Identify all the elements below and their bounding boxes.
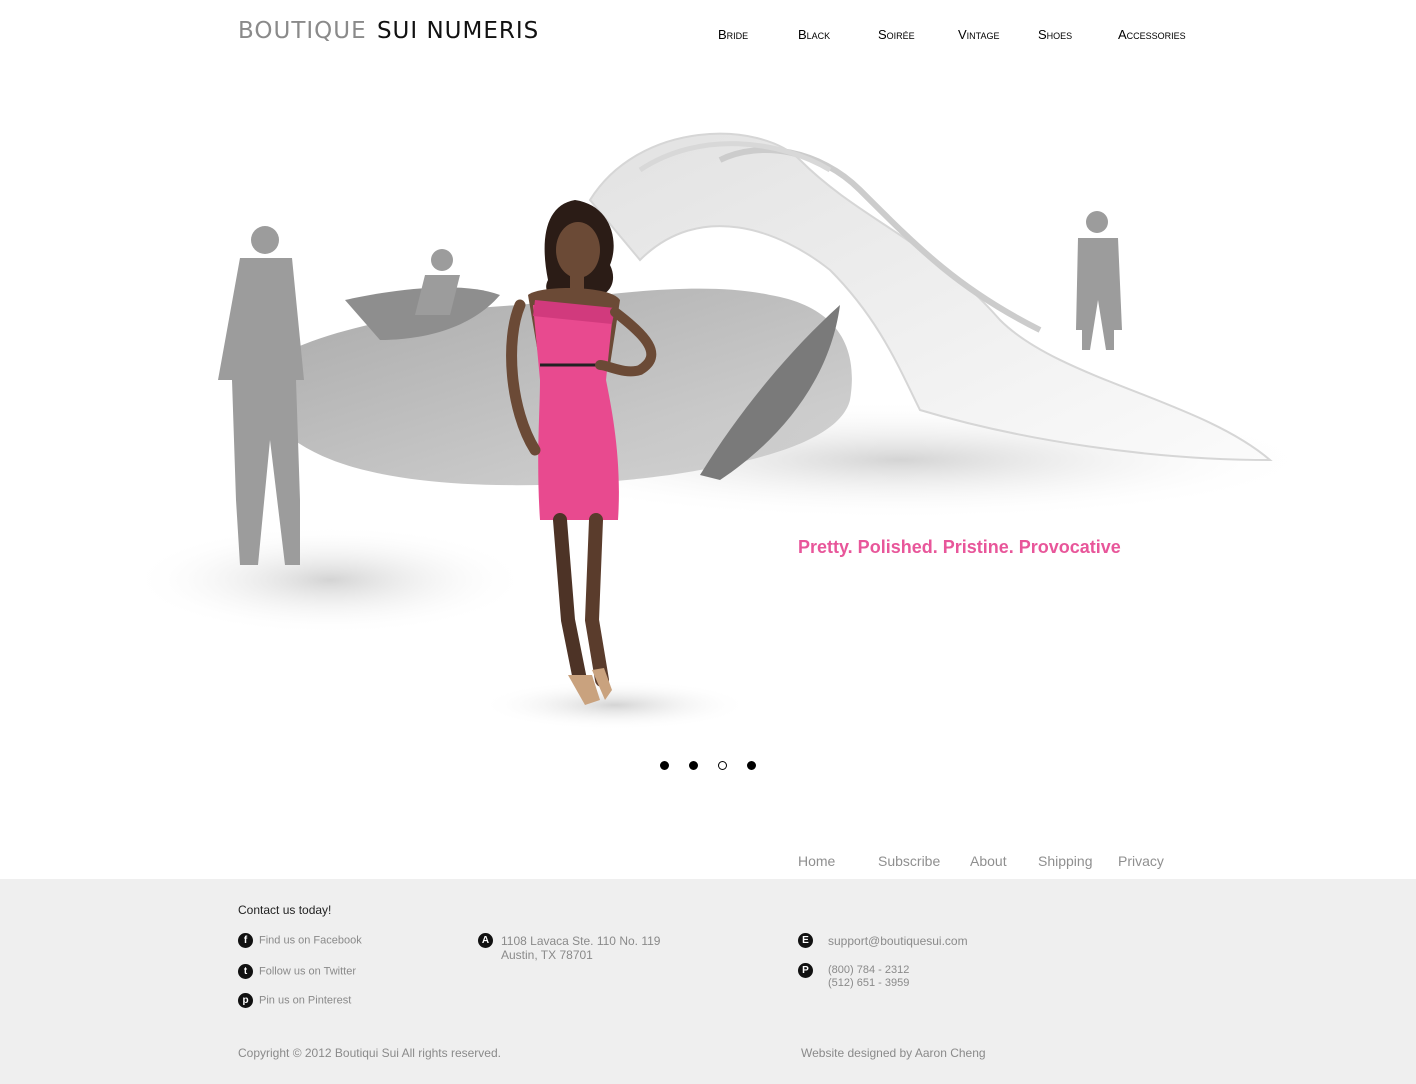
nav-accessories[interactable]: Accessories	[1118, 27, 1186, 42]
designer-credit: Website designed by Aaron Cheng	[801, 1046, 986, 1060]
nav-shoes[interactable]: Shoes	[1038, 27, 1072, 42]
contact-title: Contact us today!	[238, 903, 332, 917]
phone-icon: P	[798, 963, 813, 978]
email-icon: E	[798, 933, 813, 948]
logo-light-text: BOUTIQUE	[238, 18, 367, 44]
slider-dot-4[interactable]	[747, 761, 756, 770]
footer-link-home[interactable]: Home	[798, 853, 835, 869]
phone-line-1: (800) 784 - 2312	[828, 964, 910, 976]
email-address[interactable]: support@boutiquesui.com	[828, 934, 968, 948]
twitter-link[interactable]: t Follow us on Twitter	[238, 964, 356, 979]
nav-vintage[interactable]: Vintage	[958, 27, 1000, 42]
twitter-label: Follow us on Twitter	[259, 965, 357, 978]
hero-image	[130, 132, 1320, 730]
pinterest-link[interactable]: p Pin us on Pinterest	[238, 993, 351, 1008]
footer-link-about[interactable]: About	[970, 853, 1007, 869]
nav-black[interactable]: Black	[798, 27, 830, 42]
phone-block: P (800) 784 - 2312 (512) 651 - 3959	[798, 963, 1018, 995]
nav-soiree[interactable]: Soirée	[878, 27, 915, 42]
slider-dot-1[interactable]	[660, 761, 669, 770]
address-block: A 1108 Lavaca Ste. 110 No. 119 Austin, T…	[478, 933, 698, 965]
nav-bride[interactable]: Bride	[718, 27, 748, 42]
logo-dark-text: SUI NUMERIS	[376, 18, 540, 44]
slider-dot-3[interactable]	[718, 761, 727, 770]
address-line-2: Austin, TX 78701	[501, 948, 593, 962]
footer-link-privacy[interactable]: Privacy	[1118, 853, 1164, 869]
slider-dot-2[interactable]	[689, 761, 698, 770]
address-icon: A	[478, 933, 493, 948]
site-logo[interactable]: BOUTIQUE SUI NUMERIS	[238, 18, 539, 44]
twitter-icon: t	[238, 964, 253, 979]
pinterest-label: Pin us on Pinterest	[259, 994, 352, 1007]
footer: Contact us today! f Find us on Facebook t…	[0, 879, 1416, 1084]
copyright-text: Copyright © 2012 Boutiqui Sui All rights…	[238, 1046, 501, 1060]
pinterest-icon: p	[238, 993, 253, 1008]
slider-dots	[660, 761, 770, 773]
footer-link-subscribe[interactable]: Subscribe	[878, 853, 940, 869]
email-block: E support@boutiquesui.com	[798, 933, 1018, 951]
hero-tagline: Pretty. Polished. Pristine. Provocative	[798, 537, 1121, 557]
footer-link-shipping[interactable]: Shipping	[1038, 853, 1093, 869]
facebook-link[interactable]: f Find us on Facebook	[238, 933, 362, 948]
facebook-label: Find us on Facebook	[259, 934, 362, 947]
facebook-icon: f	[238, 933, 253, 948]
phone-line-2: (512) 651 - 3959	[828, 977, 910, 989]
hero-banner	[0, 80, 1416, 760]
address-line-1: 1108 Lavaca Ste. 110 No. 119	[501, 934, 661, 948]
